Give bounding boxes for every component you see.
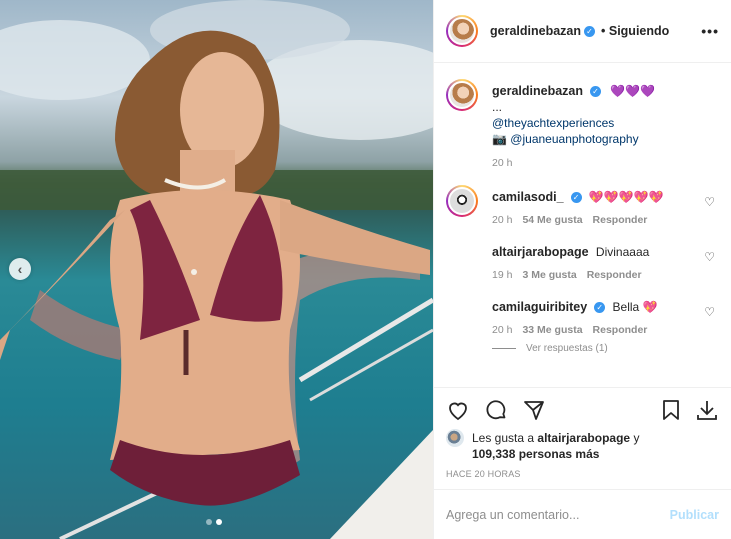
comment-heart-icon[interactable]: ♡ — [704, 250, 715, 264]
camera-icon: 📷 — [492, 132, 507, 146]
reply-button[interactable]: Responder — [593, 324, 648, 336]
caption-ellipsis: ... — [492, 100, 503, 114]
comment-composer: Publicar — [434, 489, 731, 539]
caption-avatar[interactable] — [446, 79, 478, 111]
comment-time: 19 h — [492, 269, 513, 281]
chevron-left-icon[interactable]: ‹ — [9, 258, 31, 280]
caption-mention-yacht[interactable]: @theyachtexperiences — [492, 116, 614, 130]
comment-time: 20 h — [492, 214, 513, 226]
publish-button[interactable]: Publicar — [670, 508, 719, 522]
commenter-username[interactable]: camilasodi_ — [492, 190, 564, 204]
likes-prefix: Les gusta a — [472, 431, 535, 445]
post-actions: Les gusta a altairjarabopage y 109,338 p… — [434, 387, 731, 489]
caption-time: 20 h — [492, 157, 513, 169]
caption: geraldinebazan ✓ 💜💜💜 ... @theyachtexperie… — [446, 79, 719, 169]
comment-item: camilaguiribitey ✓ Bella 💖 20 h 33 Me gus… — [446, 295, 719, 336]
commenter-avatar[interactable] — [446, 295, 478, 327]
heart-icon[interactable] — [446, 398, 470, 422]
comment-text: Bella 💖 — [612, 300, 658, 314]
post-photo[interactable]: ‹ — [0, 0, 433, 539]
liker-avatar[interactable] — [446, 429, 464, 447]
view-replies-label: Ver respuestas (1) — [526, 342, 608, 354]
comments-list[interactable]: geraldinebazan ✓ 💜💜💜 ... @theyachtexperie… — [434, 63, 731, 387]
comment-heart-icon[interactable]: ♡ — [704, 195, 715, 209]
author-avatar[interactable] — [446, 15, 478, 47]
comment-likes[interactable]: 3 Me gusta — [522, 269, 576, 281]
post-side-panel: geraldinebazan ✓ • Siguiendo ••• geraldi… — [433, 0, 731, 539]
commenter-username[interactable]: altairjarabopage — [492, 245, 589, 259]
comment-input[interactable] — [446, 507, 670, 522]
likes-summary: Les gusta a altairjarabopage y 109,338 p… — [446, 429, 719, 462]
carousel-dot-active — [216, 519, 222, 525]
more-icon[interactable]: ••• — [701, 23, 719, 39]
post-timestamp: HACE 20 HORAS — [446, 469, 521, 479]
commenter-username[interactable]: camilaguiribitey — [492, 300, 587, 314]
instagram-post: ‹ geraldinebazan ✓ • Siguiendo ••• geral… — [0, 0, 731, 539]
likes-and: y — [633, 431, 640, 445]
likes-count[interactable]: 109,338 personas más — [472, 447, 599, 461]
caption-mention-photographer[interactable]: @juaneuanphotography — [510, 132, 638, 146]
post-header: geraldinebazan ✓ • Siguiendo ••• — [434, 0, 731, 63]
comment-icon[interactable] — [484, 398, 508, 422]
replies-divider — [492, 347, 516, 349]
follow-status-label: Siguiendo — [608, 24, 670, 38]
liker-username[interactable]: altairjarabopage — [537, 431, 630, 445]
reply-button[interactable]: Responder — [593, 214, 648, 226]
bookmark-icon[interactable] — [659, 398, 683, 422]
caption-emojis: 💜💜💜 — [610, 84, 656, 98]
comment-likes[interactable]: 33 Me gusta — [522, 324, 582, 336]
share-icon[interactable] — [522, 398, 546, 422]
comment-text: Divinaaaa — [595, 245, 650, 259]
carousel-dot — [206, 519, 212, 525]
comment-text: 💖💖💖💖💖 — [588, 190, 664, 204]
reply-button[interactable]: Responder — [587, 269, 642, 281]
author-username[interactable]: geraldinebazan — [490, 24, 581, 38]
photo-illustration — [0, 0, 433, 539]
verified-icon: ✓ — [570, 192, 582, 204]
verified-icon: ✓ — [594, 302, 606, 314]
carousel-dots — [206, 519, 222, 525]
comment-item: altairjarabopage Divinaaaa 19 h 3 Me gus… — [446, 240, 719, 281]
commenter-avatar[interactable] — [446, 240, 478, 272]
comment-likes[interactable]: 54 Me gusta — [522, 214, 582, 226]
caption-username[interactable]: geraldinebazan — [492, 84, 583, 98]
commenter-avatar[interactable] — [446, 185, 478, 217]
view-replies[interactable]: Ver respuestas (1) — [492, 342, 719, 354]
comment-heart-icon[interactable]: ♡ — [704, 305, 715, 319]
comment-time: 20 h — [492, 324, 513, 336]
verified-icon: ✓ — [584, 25, 595, 37]
follow-status[interactable]: • Siguiendo — [601, 24, 669, 38]
download-icon[interactable] — [695, 398, 719, 422]
verified-icon: ✓ — [590, 86, 601, 98]
comment-item: camilasodi_ ✓ 💖💖💖💖💖 20 h 54 Me gusta Resp… — [446, 185, 719, 226]
